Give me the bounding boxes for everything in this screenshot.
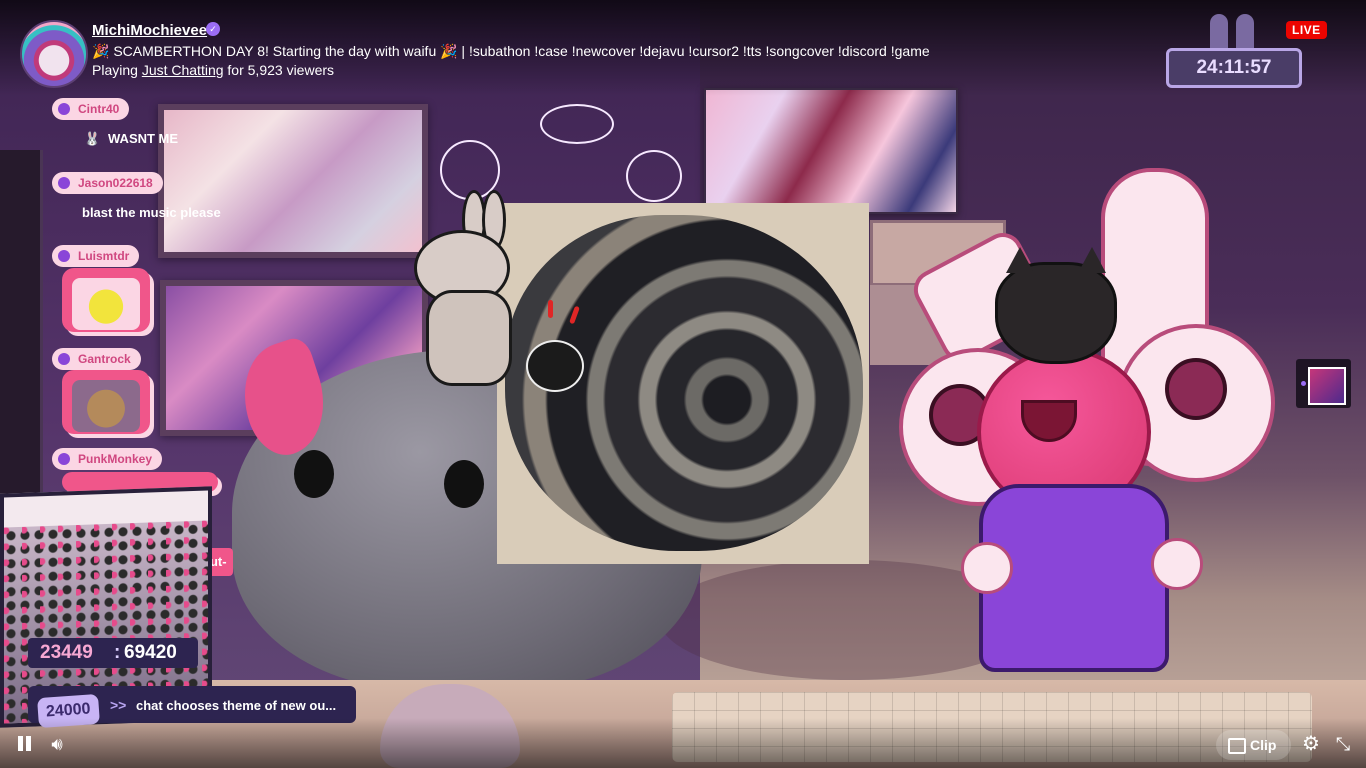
volume-icon: 🔊︎ [51, 734, 63, 754]
chat-username: Jason022618 [52, 172, 163, 194]
surprise-mark [548, 300, 553, 318]
chat-username: Gantrock [52, 348, 141, 370]
live-badge: LIVE [1286, 21, 1327, 39]
fullscreen-button[interactable]: ⤡ [1332, 733, 1354, 755]
chat-username: Luismtdr [52, 245, 140, 267]
pause-button[interactable] [15, 733, 33, 755]
category-link[interactable]: Just Chatting [142, 62, 224, 78]
bunny-doodle [626, 150, 682, 202]
sub-badge-icon [58, 453, 70, 465]
viewer-count: for 5,923 viewers [227, 62, 335, 78]
bunny-doodle [540, 104, 614, 144]
heart-badge-icon [58, 250, 70, 262]
sub-badge-icon [58, 353, 70, 365]
clip-button[interactable]: Clip [1216, 730, 1291, 760]
streamer-avatar[interactable] [20, 20, 88, 88]
bunny-emote-icon: 🐰 [84, 131, 101, 146]
next-goal-arrow-icon: >> [110, 697, 127, 713]
sub-badge-icon [58, 177, 70, 189]
creature-emote-icon [72, 278, 140, 330]
chat-username: PunkMonkey [52, 448, 163, 470]
goal-current: 23449 [40, 642, 93, 663]
seal-eye [444, 460, 484, 508]
helmet-character [526, 340, 584, 392]
pause-icon [18, 736, 23, 751]
cat-emote-icon [72, 380, 140, 432]
pink-bunny-avatar [895, 168, 1275, 680]
seal-eye [294, 450, 334, 498]
stream-title: 🎉 SCAMBERTHON DAY 8! Starting the day wi… [92, 43, 930, 59]
recommended-channel-thumbnail[interactable] [1296, 359, 1351, 408]
volume-button[interactable]: 🔊︎ [46, 733, 68, 755]
reading-bunny-character [412, 190, 512, 390]
anime-poster [158, 104, 428, 258]
channel-preview [1308, 367, 1346, 405]
chat-message-emote [62, 268, 150, 332]
sub-goal-counter: 23449 : 69420 [28, 638, 198, 668]
goal-target: 69420 [124, 642, 177, 663]
chat-message-emote [62, 370, 150, 434]
exit-fullscreen-icon: ⤡ [1335, 734, 1351, 754]
live-dot-icon [1301, 381, 1306, 386]
goal-separator: : [114, 642, 121, 663]
next-goal-text: chat chooses theme of new ou... [136, 698, 337, 713]
streamer-name-link[interactable]: MichiMochievee [92, 22, 207, 39]
clip-label: Clip [1250, 737, 1277, 753]
verified-badge-icon: ✓ [206, 22, 220, 36]
timer-bunny-ears [1208, 14, 1256, 50]
cat-hat [995, 247, 1117, 364]
stream-meta: Playing Just Chatting for 5,923 viewers [92, 62, 334, 78]
heart-badge-icon [58, 103, 70, 115]
subathon-timer: 24:11:57 [1166, 48, 1302, 88]
playing-label: Playing [92, 62, 138, 78]
player-controls [0, 718, 1366, 768]
clip-icon [1228, 738, 1246, 754]
gear-icon: ⚙ [1302, 733, 1320, 755]
settings-button[interactable]: ⚙ [1300, 733, 1322, 755]
chat-username: Cintr40 [52, 98, 130, 120]
